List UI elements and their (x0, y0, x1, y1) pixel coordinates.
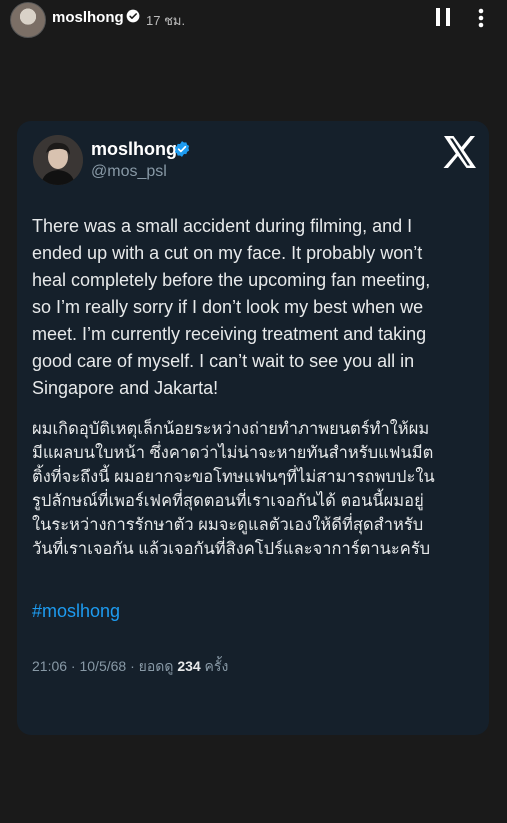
story-header: moslhong 17 ชม. (0, 0, 507, 38)
view-label: ครั้ง (200, 658, 229, 674)
tweet-handle[interactable]: @mos_psl (91, 163, 167, 181)
pause-icon[interactable] (435, 8, 451, 26)
verified-badge-icon (174, 141, 190, 157)
tweet-meta: 21:06 · 10/5/68 · ยอดดู 234 ครั้ง (32, 656, 228, 678)
verified-badge-icon (126, 9, 140, 23)
hashtag-link[interactable]: #moslhong (32, 601, 120, 622)
story-avatar[interactable] (10, 2, 46, 38)
tweet-avatar[interactable] (33, 135, 83, 185)
tweet-display-name[interactable]: moslhong (91, 139, 177, 160)
tweet-text-english: There was a small accident during filmin… (32, 216, 431, 398)
more-vertical-icon[interactable] (478, 8, 484, 28)
tweet-card: moslhong @mos_psl There was a small acci… (17, 121, 489, 735)
tweet-text-thai: ผมเกิดอุบัติเหตุเล็กน้อยระหว่างถ่ายทำภาพ… (32, 420, 435, 558)
story-timestamp: 17 ชม. (146, 13, 186, 28)
tweet-timestamp: 21:06 · 10/5/68 · ยอดดู (32, 658, 178, 674)
view-count: 234 (177, 658, 201, 674)
x-logo-icon (443, 136, 476, 168)
story-username[interactable]: moslhong (52, 9, 124, 26)
